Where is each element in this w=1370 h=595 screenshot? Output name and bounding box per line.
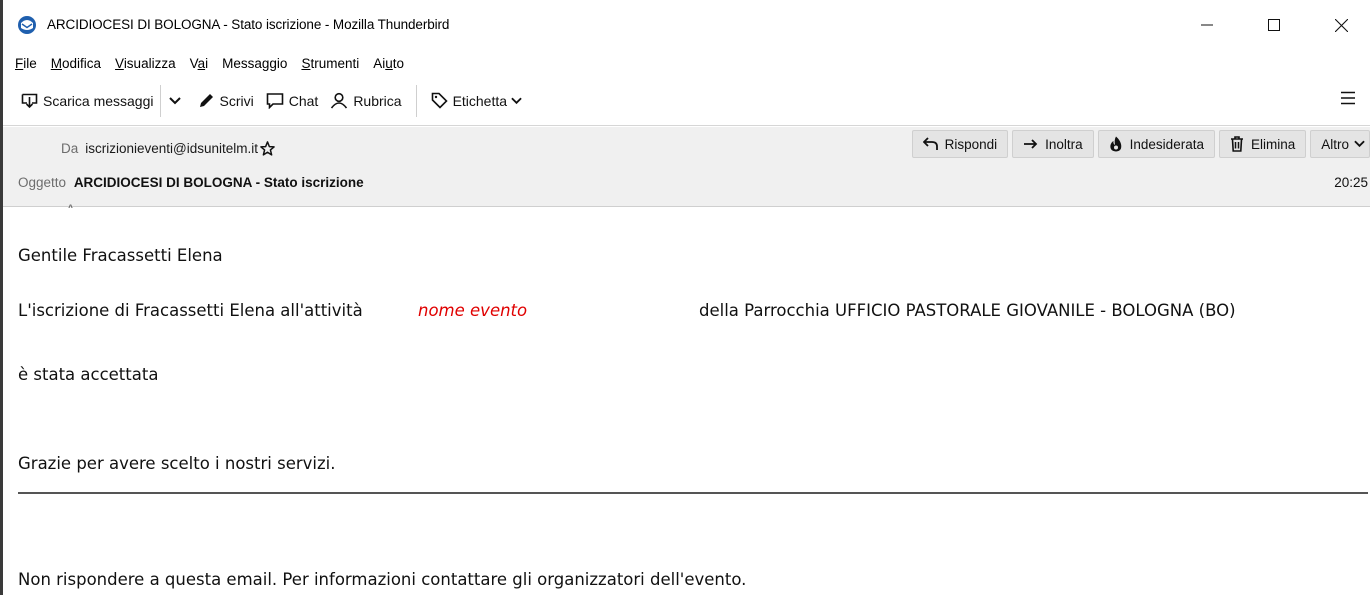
menu-messaggio[interactable]: Messaggio xyxy=(222,56,287,71)
tag-icon xyxy=(431,92,448,109)
toolbar-divider xyxy=(159,84,161,117)
address-book-button[interactable]: Rubrica xyxy=(324,86,407,116)
menu-vai-accel: a xyxy=(197,55,206,71)
get-messages-dropdown[interactable] xyxy=(163,86,192,116)
chat-label: Chat xyxy=(288,92,319,109)
thanks-text: Grazie per avere scelto i nostri servizi… xyxy=(18,454,336,473)
tag-label: Etichetta xyxy=(452,92,508,109)
title-bar: ARCIDIOCESI DI BOLOGNA - Stato iscrizion… xyxy=(3,0,1370,50)
menu-aiuto-accel: u xyxy=(385,55,393,71)
menu-messaggio-accel: g xyxy=(269,55,277,71)
footer-text: Non rispondere a questa email. Per infor… xyxy=(18,570,747,589)
main-toolbar: Scarica messaggi Scrivi Chat Rubrica Eti… xyxy=(3,76,1370,126)
accepted-text: è stata accettata xyxy=(18,365,159,384)
menu-bar: File Modifica Visualizza Vai Messaggio S… xyxy=(3,50,1370,76)
menu-messaggio-post: io xyxy=(276,55,288,71)
write-label: Scrivi xyxy=(219,92,254,109)
delete-label: Elimina xyxy=(1250,136,1296,152)
subject-row: Oggetto ARCIDIOCESI DI BOLOGNA - Stato i… xyxy=(18,175,364,190)
event-name: nome evento xyxy=(418,301,528,320)
hamburger-menu-icon xyxy=(1341,91,1355,105)
close-button[interactable] xyxy=(1319,8,1363,42)
more-button[interactable]: Altro xyxy=(1310,130,1370,158)
thunderbird-logo-icon xyxy=(17,15,37,35)
forward-arrow-icon xyxy=(1024,139,1038,149)
reply-button[interactable]: Rispondi xyxy=(911,130,1009,158)
menu-modifica-post: odifica xyxy=(62,55,102,71)
message-time: 20:25 xyxy=(1334,175,1368,190)
get-messages-label: Scarica messaggi xyxy=(43,92,154,109)
menu-visualizza-post: isualizza xyxy=(123,55,176,71)
menu-visualizza-accel: V xyxy=(115,55,124,71)
menu-modifica[interactable]: Modifica xyxy=(51,56,101,71)
subject-value: ARCIDIOCESI DI BOLOGNA - Stato iscrizion… xyxy=(73,175,364,190)
contacts-icon xyxy=(331,92,348,109)
write-button[interactable]: Scrivi xyxy=(192,86,260,116)
forward-label: Inoltra xyxy=(1045,136,1083,152)
parish-text: della Parrocchia UFFICIO PASTORALE GIOVA… xyxy=(699,301,1236,320)
download-icon xyxy=(21,93,38,109)
menu-aiuto-post: to xyxy=(392,55,405,71)
trash-icon xyxy=(1230,136,1243,152)
chevron-down-icon xyxy=(1354,140,1365,148)
forward-button[interactable]: Inoltra xyxy=(1012,130,1094,158)
message-body: Gentile Fracassetti Elena L'iscrizione d… xyxy=(3,208,1370,595)
menu-strumenti[interactable]: Strumenti xyxy=(301,56,359,71)
minimize-button[interactable] xyxy=(1185,8,1229,42)
minimize-icon xyxy=(1201,24,1213,26)
chevron-down-icon xyxy=(511,97,522,104)
flame-icon xyxy=(1110,136,1121,152)
subject-label: Oggetto xyxy=(18,175,67,190)
from-label: Da xyxy=(61,141,79,156)
junk-button[interactable]: Indesiderata xyxy=(1097,130,1215,158)
maximize-button[interactable] xyxy=(1252,8,1296,42)
header-actions: Rispondi Inoltra Indesiderata Elimina Al xyxy=(908,130,1370,158)
pencil-icon xyxy=(199,94,213,107)
address-book-label: Rubrica xyxy=(353,92,402,109)
from-value[interactable]: iscrizionieventi@idsunitelm.it xyxy=(85,141,258,156)
menu-vai[interactable]: Vai xyxy=(190,56,209,71)
menu-modifica-accel: M xyxy=(50,55,63,71)
maximize-icon xyxy=(1268,19,1280,31)
menu-vai-post: i xyxy=(205,55,209,71)
chat-button[interactable]: Chat xyxy=(260,86,325,116)
menu-file-post: ile xyxy=(23,55,37,71)
tag-button[interactable]: Etichetta xyxy=(425,86,528,116)
from-row: Da iscrizionieventi@idsunitelm.it xyxy=(61,141,275,156)
toolbar-divider xyxy=(415,84,417,117)
menu-visualizza[interactable]: Visualizza xyxy=(115,56,176,71)
greeting-text: Gentile Fracassetti Elena xyxy=(18,246,223,265)
menu-aiuto-pre: Ai xyxy=(373,55,386,71)
divider xyxy=(18,492,1368,494)
star-icon[interactable] xyxy=(260,141,275,156)
menu-strumenti-post: trumenti xyxy=(310,55,360,71)
more-label: Altro xyxy=(1321,136,1349,152)
menu-file[interactable]: File xyxy=(15,56,37,71)
chat-icon xyxy=(266,93,284,109)
chevron-down-icon xyxy=(168,96,181,104)
menu-messaggio-pre: Messag xyxy=(222,55,270,71)
close-icon xyxy=(1334,18,1348,32)
window-title: ARCIDIOCESI DI BOLOGNA - Stato iscrizion… xyxy=(47,17,450,32)
reply-icon xyxy=(922,137,938,150)
registration-text: L'iscrizione di Fracassetti Elena all'at… xyxy=(18,301,363,320)
menu-aiuto[interactable]: Aiuto xyxy=(373,56,404,71)
reply-label: Rispondi xyxy=(944,136,998,152)
menu-file-accel: F xyxy=(15,55,24,71)
menu-vai-pre: V xyxy=(189,55,198,71)
get-messages-button[interactable]: Scarica messaggi xyxy=(15,86,160,116)
message-header: Da iscrizionieventi@idsunitelm.it Oggett… xyxy=(3,127,1370,217)
delete-button[interactable]: Elimina xyxy=(1218,130,1307,158)
junk-label: Indesiderata xyxy=(1129,136,1204,152)
app-menu-button[interactable] xyxy=(1340,91,1356,110)
